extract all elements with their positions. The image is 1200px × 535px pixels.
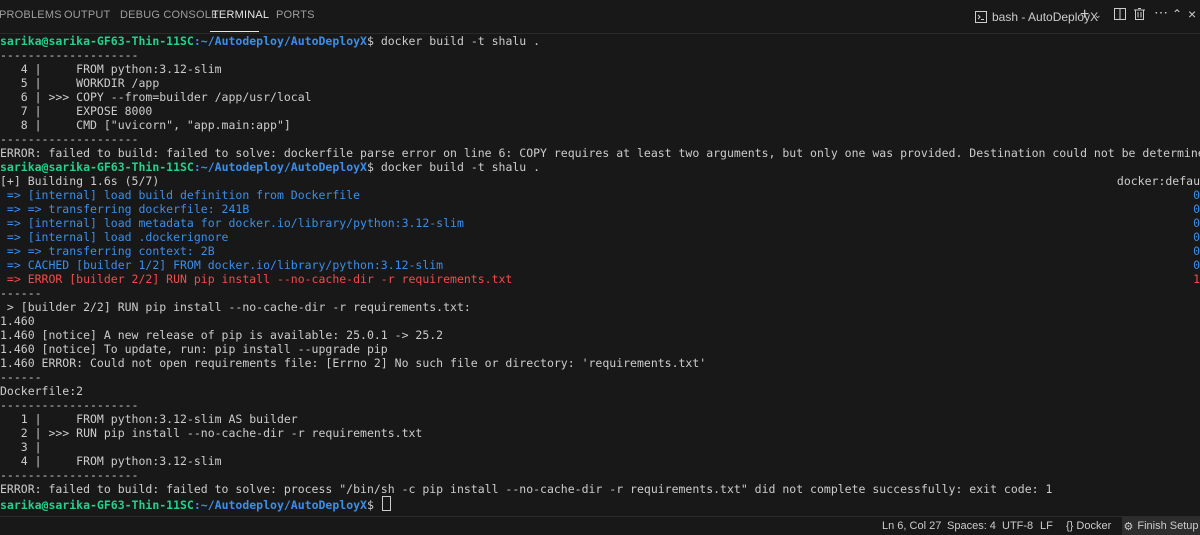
- terminal-line-status: 0: [1193, 202, 1200, 216]
- terminal-line: => [internal] load .dockerignore: [0, 230, 229, 244]
- finish-setup-label: Finish Setup: [1137, 520, 1199, 532]
- terminal-line-status: 0: [1193, 216, 1200, 230]
- terminal-line: 6 | >>> COPY --from=builder /app/usr/loc…: [0, 90, 312, 104]
- terminal-line: ------: [0, 370, 42, 384]
- prompt-user: sarika@sarika-GF63-Thin-11SC: [0, 498, 194, 512]
- terminal-line: => [internal] load build definition from…: [0, 188, 361, 202]
- terminal-line: 2 | >>> RUN pip install --no-cache-dir -…: [0, 426, 423, 440]
- terminal-line: => [internal] load metadata for docker.i…: [0, 216, 464, 230]
- terminal-line: 1.460 ERROR: Could not open requirements…: [0, 356, 707, 370]
- tab-terminal[interactable]: TERMINAL: [212, 9, 269, 21]
- copilot-icon: ⚙: [1123, 520, 1134, 533]
- terminal-line: ------: [0, 286, 42, 300]
- active-tab-indicator: [210, 31, 259, 32]
- chevron-down-icon[interactable]: ⌄: [1094, 10, 1102, 21]
- prompt-user: sarika@sarika-GF63-Thin-11SC: [0, 160, 194, 174]
- terminal-line: 1 | FROM python:3.12-slim AS builder: [0, 412, 298, 426]
- terminal-line: 4 | FROM python:3.12-slim: [0, 62, 222, 76]
- finish-setup-button[interactable]: ⚙ Finish Setup: [1122, 517, 1200, 535]
- cursor-position[interactable]: Ln 6, Col 27: [882, 520, 941, 532]
- terminal-line: 5 | WORKDIR /app: [0, 76, 160, 90]
- terminal-line: 1.460 [notice] To update, run: pip insta…: [0, 342, 388, 356]
- terminal-line: => CACHED [builder 1/2] FROM docker.io/l…: [0, 258, 444, 272]
- terminal-icon: [975, 11, 987, 23]
- terminal-line: --------------------: [0, 398, 139, 412]
- terminal-line-status: 0: [1193, 188, 1200, 202]
- terminal-line: 1.460: [0, 314, 35, 328]
- terminal-line: 8 | CMD ["uvicorn", "app.main:app"]: [0, 118, 291, 132]
- terminal-line: => ERROR [builder 2/2] RUN pip install -…: [0, 272, 513, 286]
- terminal-command: $ docker build -t shalu .: [366, 34, 541, 48]
- terminal-prompt-line: sarika@sarika-GF63-Thin-11SC:~/Autodeplo…: [0, 34, 540, 48]
- close-icon[interactable]: ×: [1188, 6, 1196, 22]
- terminal-line: > [builder 2/2] RUN pip install --no-cac…: [0, 300, 471, 314]
- terminal-line-status: 0: [1193, 244, 1200, 258]
- tab-output[interactable]: OUTPUT: [64, 9, 110, 21]
- tab-problems[interactable]: PROBLEMS: [0, 9, 62, 21]
- encoding[interactable]: UTF-8: [1002, 520, 1033, 532]
- more-icon[interactable]: ⋯: [1154, 4, 1168, 21]
- terminal-command: $ docker build -t shalu .: [366, 160, 541, 174]
- end-of-line[interactable]: LF: [1040, 520, 1053, 532]
- terminal-prompt-line: sarika@sarika-GF63-Thin-11SC:~/Autodeplo…: [0, 496, 391, 512]
- terminal-line: 4 | FROM python:3.12-slim: [0, 454, 222, 468]
- panel-tab-bar: PROBLEMS OUTPUT DEBUG CONSOLE TERMINAL P…: [0, 0, 1200, 34]
- terminal-line: --------------------: [0, 468, 139, 482]
- trash-icon[interactable]: [1134, 8, 1145, 23]
- terminal-line-status: 0: [1193, 230, 1200, 244]
- terminal-line: 1.460 [notice] A new release of pip is a…: [0, 328, 444, 342]
- terminal-prompt-line: sarika@sarika-GF63-Thin-11SC:~/Autodeplo…: [0, 160, 540, 174]
- prompt-user: sarika@sarika-GF63-Thin-11SC: [0, 34, 194, 48]
- terminal-line: --------------------: [0, 48, 139, 62]
- prompt-path: :~/Autodeploy/AutoDeployX: [193, 34, 367, 48]
- terminal-line: 7 | EXPOSE 8000: [0, 104, 153, 118]
- terminal-line: => => transferring context: 2B: [0, 244, 215, 258]
- terminal-line: ERROR: failed to build: failed to solve:…: [0, 482, 1053, 496]
- terminal-line-status: 0: [1193, 258, 1200, 272]
- terminal-line: [+] Building 1.6s (5/7): [0, 174, 160, 188]
- language-mode[interactable]: {} Docker: [1066, 520, 1111, 532]
- terminal-line-status: 1: [1193, 272, 1200, 286]
- terminal-output[interactable]: sarika@sarika-GF63-Thin-11SC:~/Autodeplo…: [0, 34, 1200, 516]
- split-icon[interactable]: [1114, 8, 1126, 23]
- maximize-icon[interactable]: ⌃: [1172, 7, 1182, 21]
- indentation[interactable]: Spaces: 4: [947, 520, 996, 532]
- terminal-cursor: [381, 496, 391, 511]
- prompt-path: :~/Autodeploy/AutoDeployX: [193, 160, 367, 174]
- tab-debug-console[interactable]: DEBUG CONSOLE: [120, 9, 219, 21]
- terminal-line: 3 |: [0, 440, 42, 454]
- terminal-line: Dockerfile:2: [0, 384, 84, 398]
- terminal-line: => => transferring dockerfile: 241B: [0, 202, 250, 216]
- plus-icon[interactable]: +: [1080, 6, 1089, 24]
- terminal-line-status: docker:defau: [1116, 174, 1200, 188]
- status-bar: Ln 6, Col 27 Spaces: 4 UTF-8 LF {} Docke…: [0, 516, 1200, 535]
- prompt-path: :~/Autodeploy/AutoDeployX: [193, 498, 367, 512]
- tab-ports[interactable]: PORTS: [276, 9, 315, 21]
- prompt-symbol: $: [366, 498, 381, 512]
- terminal-line: --------------------: [0, 132, 139, 146]
- terminal-line: ERROR: failed to build: failed to solve:…: [0, 146, 1200, 160]
